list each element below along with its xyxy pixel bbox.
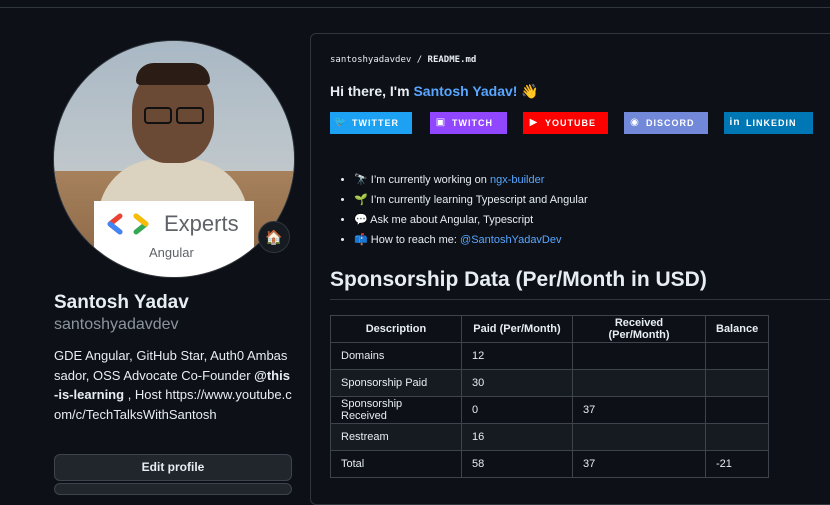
ngx-builder-link[interactable]: ngx-builder xyxy=(490,174,544,186)
twitch-badge[interactable]: ▣ TWITCH xyxy=(430,112,507,134)
linkedin-badge[interactable]: in LINKEDIN xyxy=(724,112,813,134)
twitch-label: TWITCH xyxy=(452,118,493,128)
next-sidebar-button[interactable] xyxy=(54,483,292,495)
greeting-name: Santosh Yadav! xyxy=(413,83,518,99)
fact-text: How to reach me: xyxy=(370,234,461,246)
table-cell: 37 xyxy=(572,450,706,478)
twitter-badge[interactable]: 🐦 TWITTER xyxy=(330,112,412,134)
table-cell xyxy=(572,369,706,397)
table-cell xyxy=(572,423,706,451)
badge-title: Experts xyxy=(164,211,239,236)
table-row: Restream 16 xyxy=(330,423,770,451)
about-list: 🔭 I’m currently working on ngx-builder 🌱… xyxy=(330,170,588,250)
discord-icon: ◉ xyxy=(630,117,640,128)
table-row: Sponsorship Received 0 37 xyxy=(330,396,770,424)
table-cell: 16 xyxy=(461,423,573,451)
list-item: 💬 Ask me about Angular, Typescript xyxy=(354,210,588,230)
list-item: 🔭 I’m currently working on ngx-builder xyxy=(354,170,588,190)
seedling-icon: 🌱 xyxy=(354,194,368,206)
twitter-icon: 🐦 xyxy=(334,117,348,128)
greeting-heading: Hi there, I'm Santosh Yadav! 👋 xyxy=(330,83,539,100)
sponsorship-heading: Sponsorship Data (Per/Month in USD) xyxy=(330,268,707,291)
profile-full-name: Santosh Yadav xyxy=(54,292,189,313)
readme-breadcrumb: santoshyadavdev / README.md xyxy=(330,55,476,65)
wave-icon: 👋 xyxy=(521,83,539,99)
linkedin-icon: in xyxy=(729,117,741,128)
mailbox-icon: 📫 xyxy=(354,234,368,246)
sponsorship-table: Description Paid (Per/Month) Received (P… xyxy=(330,315,770,478)
table-cell: 0 xyxy=(461,396,573,424)
table-cell: 12 xyxy=(461,342,573,370)
youtube-icon: ▶ xyxy=(529,117,539,128)
table-cell: Sponsorship Paid xyxy=(330,369,462,397)
table-row: Total 58 37 -21 xyxy=(330,450,770,478)
breadcrumb-separator: / xyxy=(411,55,428,65)
list-item: 🌱 I’m currently learning Typescript and … xyxy=(354,190,588,210)
fact-text: I’m currently working on xyxy=(370,174,490,186)
greeting-prefix: Hi there, I'm xyxy=(330,83,414,99)
youtube-badge[interactable]: ▶ YOUTUBE xyxy=(523,112,608,134)
table-cell: Sponsorship Received xyxy=(330,396,462,424)
twitter-handle-link[interactable]: @SantoshYadavDev xyxy=(460,234,561,246)
table-cell xyxy=(704,423,770,451)
table-cell: 30 xyxy=(461,369,573,397)
list-item: 📫 How to reach me: @SantoshYadavDev xyxy=(354,230,588,250)
heading-divider xyxy=(330,299,830,300)
fact-text: I’m currently learning Typescript and An… xyxy=(370,194,588,206)
linkedin-label: LINKEDIN xyxy=(746,118,797,128)
table-cell xyxy=(704,369,770,397)
readme-owner-link[interactable]: santoshyadavdev xyxy=(330,55,411,65)
table-cell: -21 xyxy=(704,450,770,478)
photo-glasses xyxy=(144,107,206,124)
table-cell: 37 xyxy=(572,396,706,424)
profile-username: santoshyadavdev xyxy=(54,316,179,333)
badge-subtitle: Angular xyxy=(149,245,194,260)
youtube-label: YOUTUBE xyxy=(545,118,597,128)
column-header: Description xyxy=(330,315,462,343)
column-header: Paid (Per/Month) xyxy=(461,315,573,343)
bio-text: GDE Angular, GitHub Star, Auth0 Ambassad… xyxy=(54,348,288,383)
column-header: Received (Per/Month) xyxy=(572,315,706,343)
column-header: Balance xyxy=(704,315,770,343)
photo-person-hair xyxy=(136,63,210,85)
table-cell xyxy=(704,396,770,424)
header-divider xyxy=(0,7,830,8)
table-cell xyxy=(704,342,770,370)
discord-badge[interactable]: ◉ DISCORD xyxy=(624,112,708,134)
profile-bio: GDE Angular, GitHub Star, Auth0 Ambassad… xyxy=(54,346,292,424)
edit-profile-button[interactable]: Edit profile xyxy=(54,454,292,481)
table-cell xyxy=(572,342,706,370)
table-cell: Restream xyxy=(330,423,462,451)
fact-text: Ask me about Angular, Typescript xyxy=(370,214,534,226)
table-header-row: Description Paid (Per/Month) Received (P… xyxy=(330,315,770,343)
twitter-label: TWITTER xyxy=(352,118,399,128)
google-developers-logo-icon xyxy=(107,213,149,235)
table-row: Domains 12 xyxy=(330,342,770,370)
table-row: Sponsorship Paid 30 xyxy=(330,369,770,397)
table-cell: Domains xyxy=(330,342,462,370)
table-cell: Total xyxy=(330,450,462,478)
discord-label: DISCORD xyxy=(646,118,695,128)
telescope-icon: 🔭 xyxy=(354,174,368,186)
readme-file-name: README.md xyxy=(427,55,477,65)
table-cell: 58 xyxy=(461,450,573,478)
status-emoji-icon[interactable]: 🏠 xyxy=(258,221,290,253)
speech-bubble-icon: 💬 xyxy=(354,214,368,226)
twitch-icon: ▣ xyxy=(435,117,447,128)
